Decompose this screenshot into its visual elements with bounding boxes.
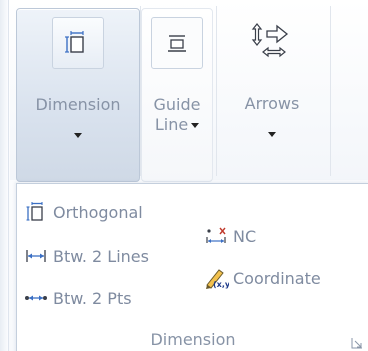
- menu-item-label: Btw. 2 Lines: [53, 246, 149, 266]
- chevron-down-icon: [268, 132, 276, 137]
- menu-item-nc[interactable]: NC: [203, 222, 256, 250]
- ribbon-separator: [216, 6, 217, 176]
- guide-label-line2: Line: [142, 115, 212, 135]
- menu-item-btw-2-lines[interactable]: Btw. 2 Lines: [23, 242, 149, 270]
- ribbon-separator: [330, 6, 331, 176]
- nc-icon: [203, 224, 229, 248]
- between-lines-icon: [23, 244, 49, 268]
- coordinate-icon: (x,y): [203, 266, 229, 290]
- guide-line-icon: [151, 17, 203, 69]
- ribbon-window: Dimension Guide Line Arrows Orthogonal B…: [0, 0, 368, 351]
- ribbon-bar: Dimension Guide Line Arrows: [10, 0, 368, 182]
- dialog-launcher-icon[interactable]: [351, 334, 363, 349]
- between-points-icon: [23, 286, 49, 310]
- window-edge: [0, 0, 9, 351]
- group-label: Dimension: [150, 330, 236, 349]
- dimension-button[interactable]: Dimension: [16, 8, 140, 182]
- arrows-button-label: Arrows: [244, 94, 300, 113]
- menu-item-coordinate[interactable]: (x,y) Coordinate: [203, 264, 321, 292]
- dimension-icon: [52, 17, 104, 69]
- dimension-dropdown-panel: Orthogonal Btw. 2 Lines Btw. 2 Pts NC (x…: [16, 183, 368, 351]
- guide-label-line2-text: Line: [154, 115, 189, 134]
- guide-label-line1: Guide: [153, 95, 201, 114]
- guide-line-button[interactable]: Guide Line: [141, 8, 213, 182]
- dimension-button-label: Dimension: [35, 95, 121, 114]
- menu-item-label: Btw. 2 Pts: [53, 288, 132, 308]
- arrows-icon: [242, 16, 302, 68]
- orthogonal-icon: [23, 200, 49, 224]
- menu-item-btw-2-pts[interactable]: Btw. 2 Pts: [23, 284, 132, 312]
- arrows-button[interactable]: Arrows: [222, 8, 322, 180]
- svg-text:(x,y): (x,y): [213, 280, 229, 289]
- menu-item-label: Orthogonal: [53, 202, 143, 222]
- chevron-down-icon: [191, 123, 200, 128]
- menu-item-label: NC: [233, 226, 257, 246]
- menu-item-label: Coordinate: [233, 268, 321, 288]
- chevron-down-icon: [74, 133, 82, 138]
- menu-item-orthogonal[interactable]: Orthogonal: [23, 198, 143, 226]
